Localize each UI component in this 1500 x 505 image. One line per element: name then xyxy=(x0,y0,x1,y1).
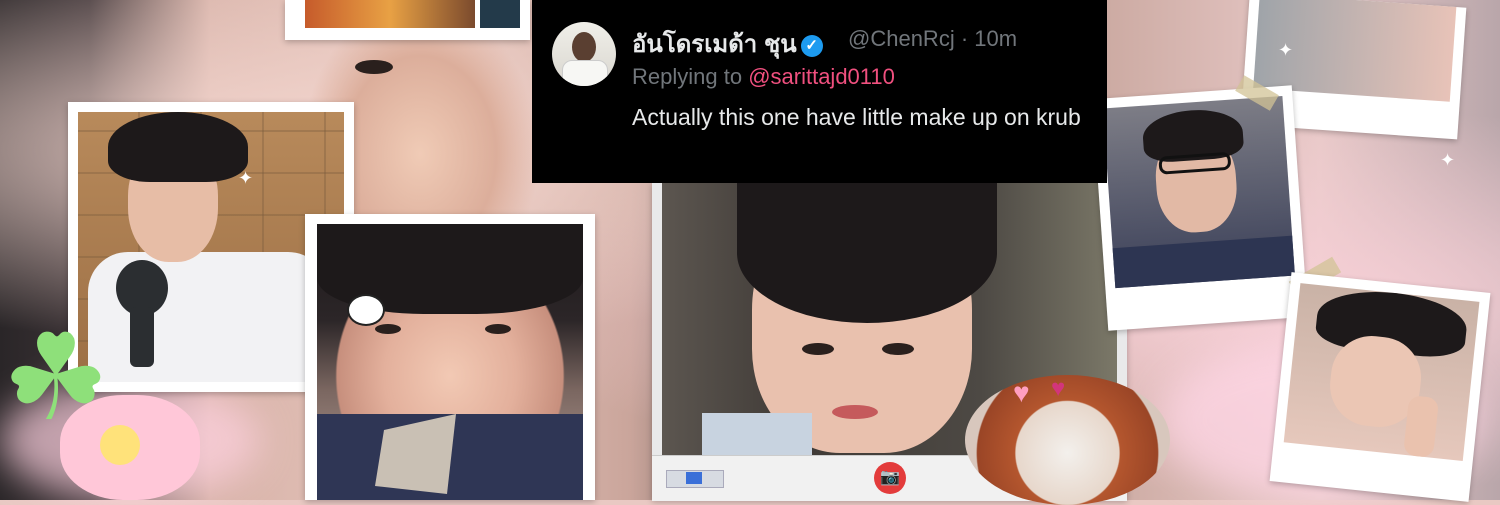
sparkle-icon: ✦ xyxy=(238,168,254,188)
eye-left xyxy=(375,324,401,334)
top-photo-strip xyxy=(285,0,530,40)
center-hair xyxy=(737,183,997,323)
pink-flower-sticker xyxy=(60,395,200,500)
verified-icon: ✓ xyxy=(800,34,823,57)
sparkle-icon: ✦ xyxy=(1440,150,1456,170)
tweet-display-name[interactable]: อันโดรเมด้า ชุน ✓ xyxy=(632,24,823,63)
tweet-handle-time[interactable]: @ChenRcj · 10m xyxy=(848,26,1017,52)
center-eye-right xyxy=(882,343,914,355)
replying-to: Replying to @sarittajd0110 xyxy=(632,64,895,89)
heart-icon: ♥ xyxy=(1013,377,1030,408)
photo-glasses xyxy=(1092,85,1308,331)
photo-peace-sign xyxy=(1269,272,1491,502)
red-panda-sticker: ♥ ♥ xyxy=(965,375,1170,505)
tweet-text: Actually this one have little make up on… xyxy=(632,104,1081,130)
center-eye-left xyxy=(802,343,834,355)
hair-dryer-handle xyxy=(130,307,154,367)
camera-icon[interactable]: 📷 xyxy=(874,462,906,494)
smiley-face xyxy=(100,425,140,465)
shirt xyxy=(702,413,812,455)
puppy-sticker xyxy=(347,294,385,326)
eye-right xyxy=(485,324,511,334)
lips xyxy=(832,405,878,419)
tweet-card: อันโดรเมด้า ชุน ✓ @ChenRcj · 10m Replying… xyxy=(532,0,1107,183)
hair xyxy=(108,112,248,182)
eye xyxy=(355,60,393,74)
avatar[interactable] xyxy=(552,22,616,86)
replying-handle-link[interactable]: @sarittajd0110 xyxy=(748,64,895,89)
sparkle-icon: ✦ xyxy=(1278,40,1294,60)
view-toggle-selected[interactable] xyxy=(686,472,702,484)
photo-eating xyxy=(305,214,595,500)
heart-icon-dark: ♥ xyxy=(1051,375,1066,402)
